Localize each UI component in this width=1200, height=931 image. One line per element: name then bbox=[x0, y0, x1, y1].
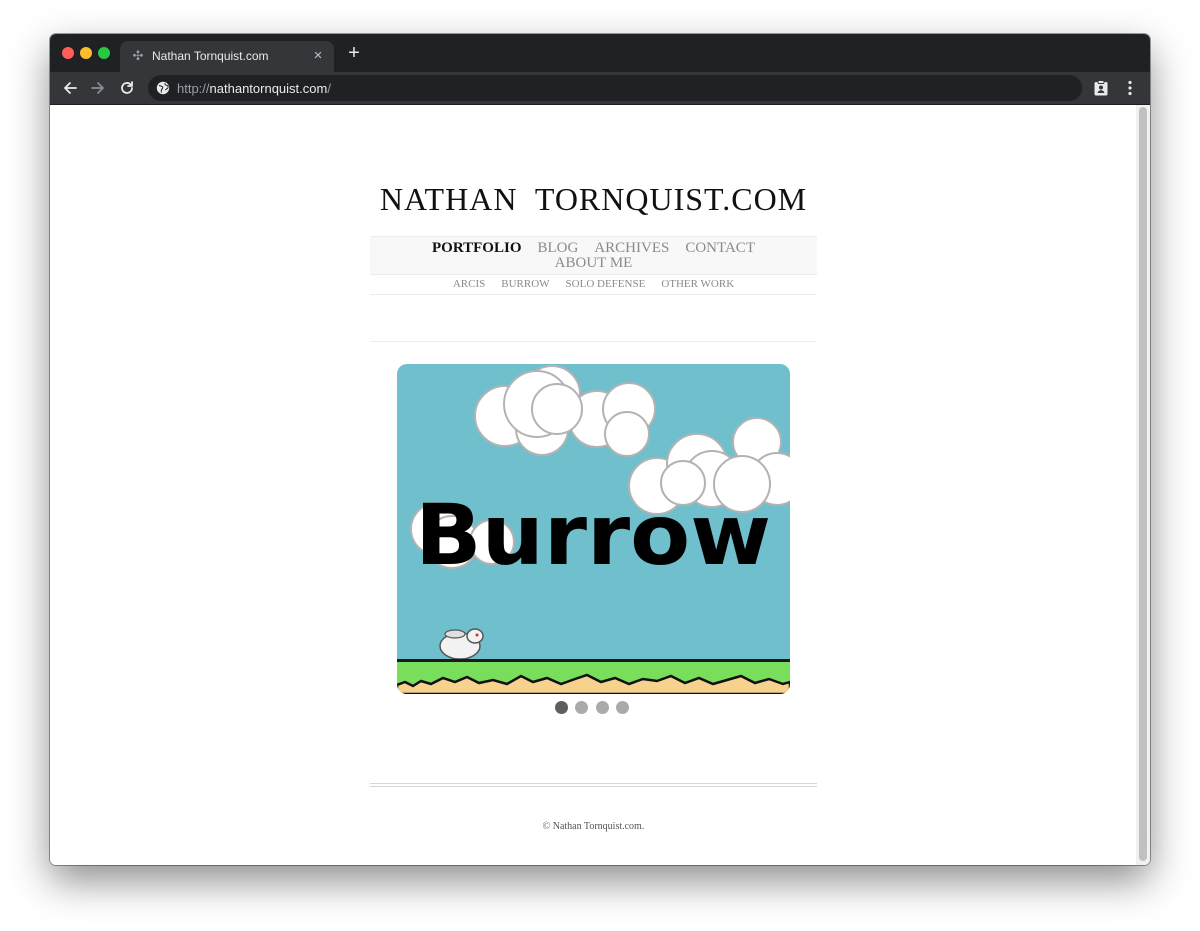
maximize-window-button[interactable] bbox=[98, 47, 110, 59]
reload-button[interactable] bbox=[117, 78, 137, 98]
footer-divider bbox=[370, 783, 817, 787]
content-divider bbox=[370, 341, 817, 342]
nav-item-about-me[interactable]: ABOUT ME bbox=[555, 255, 633, 271]
browser-window: ✣ Nathan Tornquist.com × + http://nathan… bbox=[50, 34, 1150, 865]
slideshow-dots bbox=[555, 701, 635, 715]
slideshow-slide[interactable]: Burrow bbox=[397, 364, 790, 694]
slide-dot-1[interactable] bbox=[555, 701, 568, 714]
more-menu-icon[interactable] bbox=[1122, 79, 1138, 97]
back-arrow-icon bbox=[64, 82, 77, 94]
slide-dot-3[interactable] bbox=[596, 701, 609, 714]
new-tab-button[interactable]: + bbox=[344, 43, 364, 64]
minimize-window-button[interactable] bbox=[80, 47, 92, 59]
subnav-item-burrow[interactable]: BURROW bbox=[501, 278, 549, 290]
url-text: http://nathantornquist.com/ bbox=[177, 81, 331, 96]
subnav-item-arcis[interactable]: ARCIS bbox=[453, 278, 485, 290]
forward-arrow-icon bbox=[91, 82, 104, 94]
vertical-scrollbar[interactable] bbox=[1136, 105, 1150, 865]
nav-item-contact[interactable]: CONTACT bbox=[685, 240, 755, 256]
address-bar[interactable]: http://nathantornquist.com/ bbox=[148, 75, 1082, 101]
site-container: NATHAN TORNQUIST.COM PORTFOLIO BLOG ARCHIV… bbox=[370, 105, 817, 865]
slide-title-text: Burrow bbox=[415, 486, 771, 584]
tab-bar: ✣ Nathan Tornquist.com × + bbox=[50, 34, 1150, 72]
clipboard-extension-icon[interactable] bbox=[1093, 80, 1109, 96]
ground-line bbox=[397, 659, 790, 662]
slide-dot-2[interactable] bbox=[575, 701, 588, 714]
url-scheme: http:// bbox=[177, 81, 210, 96]
copyright-text: © Nathan Tornquist.com. bbox=[542, 821, 645, 832]
subnav-item-solo-defense[interactable]: SOLO DEFENSE bbox=[566, 278, 646, 290]
url-host: nathantornquist.com bbox=[209, 81, 328, 96]
tab-title: Nathan Tornquist.com bbox=[152, 49, 269, 63]
reload-icon bbox=[121, 81, 133, 94]
nav-item-blog[interactable]: BLOG bbox=[537, 240, 578, 256]
favicon-icon: ✣ bbox=[132, 48, 144, 63]
nav-item-portfolio[interactable]: PORTFOLIO bbox=[432, 240, 521, 256]
subnav-item-other-work[interactable]: OTHER WORK bbox=[661, 278, 734, 290]
browser-toolbar: http://nathantornquist.com/ bbox=[50, 72, 1150, 105]
tab-close-button[interactable]: × bbox=[310, 48, 326, 64]
url-path: / bbox=[327, 81, 331, 96]
nav-item-archives[interactable]: ARCHIVES bbox=[594, 240, 669, 256]
page-viewport: NATHAN TORNQUIST.COM PORTFOLIO BLOG ARCHIV… bbox=[50, 105, 1150, 865]
browser-tab[interactable]: ✣ Nathan Tornquist.com × bbox=[120, 41, 334, 72]
primary-nav: PORTFOLIO BLOG ARCHIVES CONTACT ABOUT ME bbox=[370, 236, 817, 275]
site-title[interactable]: NATHAN TORNQUIST.COM bbox=[370, 181, 817, 218]
portfolio-subnav: ARCIS BURROW SOLO DEFENSE OTHER WORK bbox=[370, 274, 817, 295]
slide-dot-4[interactable] bbox=[616, 701, 629, 714]
close-window-button[interactable] bbox=[62, 47, 74, 59]
scrollbar-thumb[interactable] bbox=[1139, 107, 1147, 861]
back-button[interactable] bbox=[60, 78, 80, 98]
globe-icon bbox=[156, 81, 170, 95]
forward-button[interactable] bbox=[88, 78, 108, 98]
burrow-game-image: Burrow bbox=[397, 364, 790, 694]
